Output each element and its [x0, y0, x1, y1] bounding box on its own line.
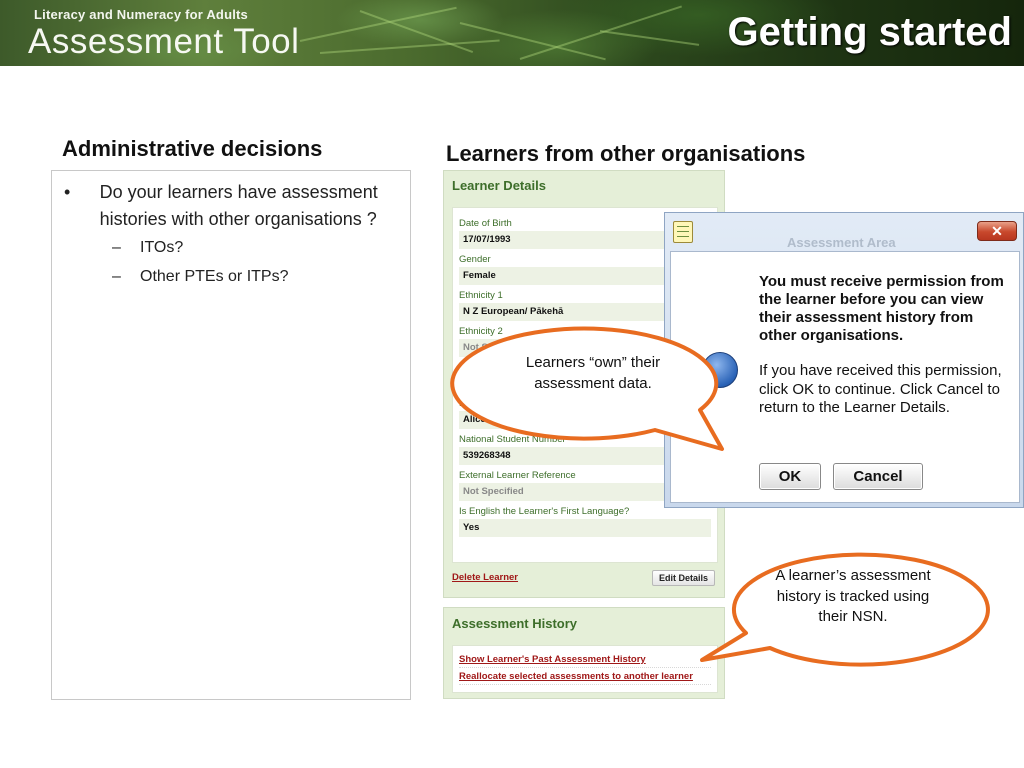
- callout-nsn-text: A learner’s assessment history is tracke…: [775, 567, 931, 625]
- callout-own-data-text: Learners “own” their assessment data.: [525, 354, 661, 392]
- callout-shapes: [450, 326, 990, 667]
